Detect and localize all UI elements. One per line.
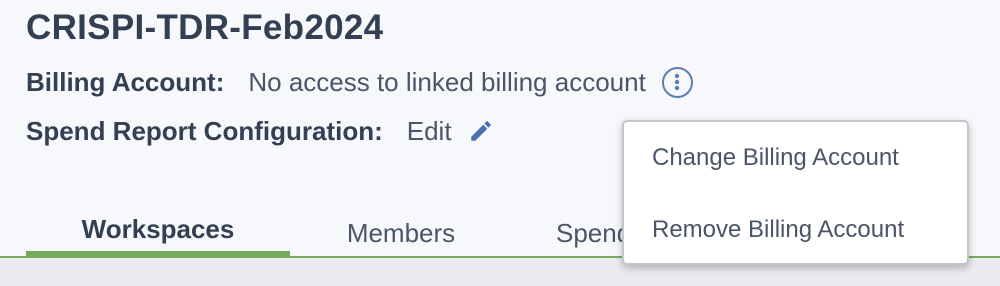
change-billing-account-item[interactable]: Change Billing Account: [624, 134, 967, 182]
tab-workspaces[interactable]: Workspaces: [26, 208, 290, 258]
billing-account-menu: Change Billing Account Remove Billing Ac…: [622, 120, 969, 265]
billing-account-row: Billing Account: No access to linked bil…: [26, 65, 693, 99]
page-title: CRISPI-TDR-Feb2024: [26, 8, 384, 47]
spend-report-edit-link[interactable]: Edit: [407, 116, 452, 147]
spend-report-row: Spend Report Configuration: Edit: [26, 114, 494, 148]
spend-report-label: Spend Report Configuration:: [26, 115, 383, 146]
more-options-button[interactable]: [661, 66, 693, 98]
billing-account-label: Billing Account:: [26, 66, 225, 97]
remove-billing-account-item[interactable]: Remove Billing Account: [624, 206, 967, 254]
tab-members[interactable]: Members: [290, 208, 512, 258]
billing-account-value: No access to linked billing account: [248, 66, 646, 97]
pencil-icon[interactable]: [468, 118, 494, 144]
tab-spend-report[interactable]: Spend report: [512, 208, 628, 258]
info-icon: [675, 73, 680, 91]
